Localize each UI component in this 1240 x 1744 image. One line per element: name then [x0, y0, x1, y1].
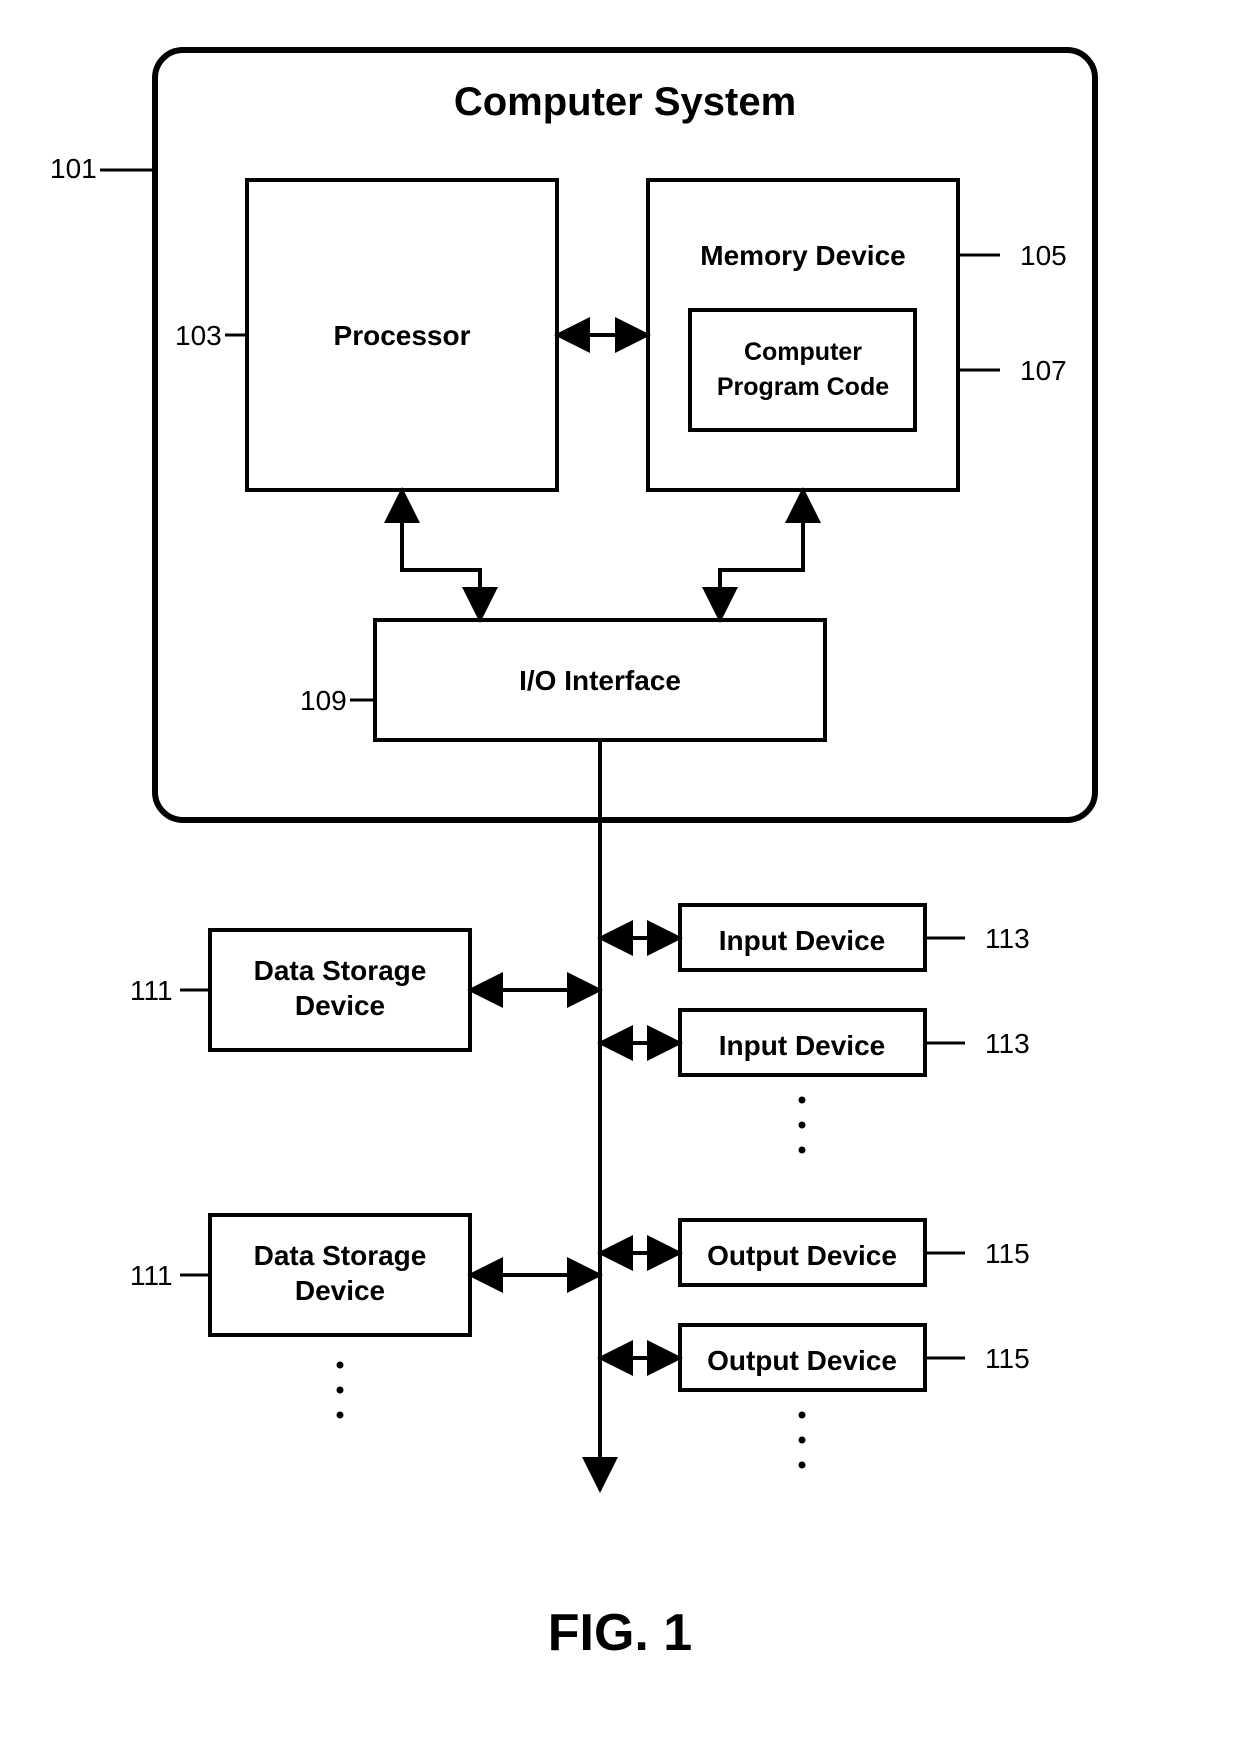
ref-103: 103	[175, 320, 222, 351]
ref-101: 101	[50, 153, 97, 184]
computer-system-title: Computer System	[454, 80, 796, 124]
io-interface-label: I/O Interface	[519, 665, 681, 696]
ref-107: 107	[1020, 355, 1067, 386]
output-2-label: Output Device	[707, 1345, 897, 1376]
memory-label: Memory Device	[700, 240, 905, 271]
ref-111-a: 111	[130, 975, 173, 1006]
ref-105: 105	[1020, 240, 1067, 271]
storage-1-label-l1: Data Storage	[254, 955, 427, 986]
ellipsis-output	[799, 1412, 806, 1469]
program-code-label-1: Computer	[744, 338, 862, 366]
storage-1-label-l2: Device	[295, 990, 385, 1021]
program-code-label-2: Program Code	[717, 373, 889, 401]
input-1-label: Input Device	[719, 925, 885, 956]
output-1-label: Output Device	[707, 1240, 897, 1271]
memory-box	[648, 180, 958, 490]
storage-2-label-l1: Data Storage	[254, 1240, 427, 1271]
ref-115-b: 115	[985, 1343, 1030, 1374]
ref-111-b: 111	[130, 1260, 173, 1291]
ref-113-a: 113	[985, 923, 1030, 954]
processor-label: Processor	[334, 320, 471, 351]
program-code-box	[690, 310, 915, 430]
storage-2-label-l2: Device	[295, 1275, 385, 1306]
ref-115-a: 115	[985, 1238, 1030, 1269]
input-2-label: Input Device	[719, 1030, 885, 1061]
ref-113-b: 113	[985, 1028, 1030, 1059]
ellipsis-input	[799, 1097, 806, 1154]
arrow-memory-io	[720, 490, 803, 620]
ellipsis-storage	[337, 1362, 344, 1419]
computer-system-box	[155, 50, 1095, 820]
ref-109: 109	[300, 685, 347, 716]
arrow-processor-io	[402, 490, 480, 620]
figure-label: FIG. 1	[548, 1604, 692, 1662]
